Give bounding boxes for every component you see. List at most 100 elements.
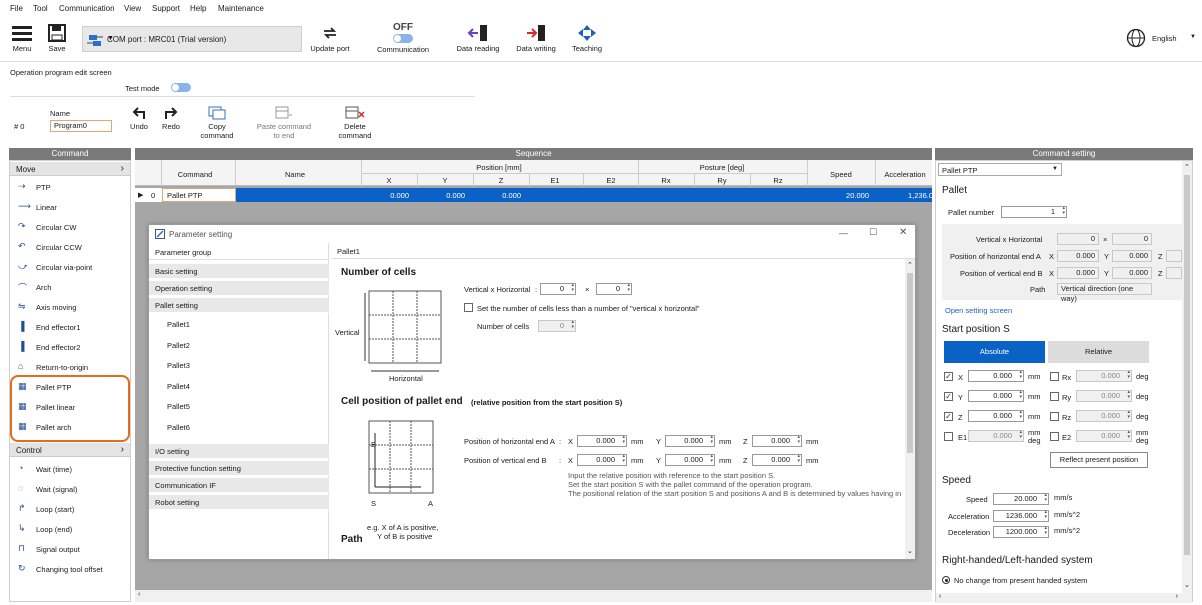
axis-checkbox[interactable] [1050, 432, 1059, 441]
parameter-group-item[interactable]: Pallet setting [149, 298, 329, 313]
pallet-commands-highlight [10, 375, 130, 442]
menu-maintenance[interactable]: Maintenance [218, 4, 264, 13]
hor-end-x-input[interactable]: 0.000 [577, 435, 627, 447]
start-position-input[interactable]: 0.000 [968, 370, 1024, 382]
less-cells-checkbox[interactable] [464, 303, 473, 312]
menu-button[interactable]: Menu [8, 24, 36, 53]
axis-checkbox[interactable] [1050, 392, 1059, 401]
start-position-input[interactable]: 0.000 [968, 390, 1024, 402]
pallet-number-input[interactable]: 1 [1001, 206, 1067, 218]
redo-icon [165, 107, 178, 119]
group-control[interactable]: Control › [10, 443, 130, 457]
minimize-icon[interactable]: — [839, 228, 848, 238]
data-writing-button[interactable]: Data writing [510, 24, 562, 53]
sequence-header: Command Name Position [mm] Posture [deg]… [135, 160, 932, 186]
reflect-position-button[interactable]: Reflect present position [1050, 452, 1148, 468]
home-icon: ⌂ [18, 361, 24, 371]
speed-input[interactable]: 20.000 [993, 493, 1049, 505]
paste-command-button[interactable]: Paste command to end [254, 106, 314, 140]
menu-bar: File Tool Communication View Support Hel… [0, 0, 1202, 16]
com-port-select[interactable]: COM port : MRC01 (Trial version) ▼ [82, 26, 302, 52]
group-move[interactable]: Move › [10, 162, 130, 176]
pallet-item[interactable]: Pallet1 [149, 317, 329, 332]
parameter-group-list: Parameter group Basic setting Operation s… [149, 243, 329, 559]
horizontal-count-input[interactable]: 0 [596, 283, 632, 295]
control-command-label: Wait (signal) [36, 485, 78, 494]
move-command-label: Circular CW [36, 223, 77, 232]
close-icon[interactable]: ✕ [899, 227, 907, 238]
update-port-button[interactable]: Update port [305, 24, 355, 53]
parameter-group-item[interactable]: I/O setting [149, 444, 329, 459]
sequence-row[interactable]: ▶ 0 Pallet PTP 0.000 0.000 0.000 20.000 … [135, 188, 933, 202]
content-vscrollbar[interactable]: ⌃ ⌄ [905, 259, 915, 559]
data-reading-button[interactable]: Data reading [452, 24, 504, 53]
menu-communication[interactable]: Communication [59, 4, 115, 13]
setting-hscrollbar[interactable]: ‹ › [936, 593, 1192, 603]
axis-checkbox[interactable] [1050, 372, 1059, 381]
parameter-group-item[interactable]: Basic setting [149, 264, 329, 279]
ver-end-y-input[interactable]: 0.000 [665, 454, 715, 466]
pallet-item[interactable]: Pallet6 [149, 420, 329, 435]
communication-toggle[interactable]: OFF Communication [370, 22, 436, 54]
parameter-group-item[interactable]: Communication IF [149, 478, 329, 493]
axis-checkbox[interactable]: ✓ [944, 412, 953, 421]
hor-end-y-input[interactable]: 0.000 [665, 435, 715, 447]
chevron-down-icon: ▼ [1190, 34, 1196, 40]
vertical-count-input[interactable]: 0 [540, 283, 576, 295]
test-mode-label: Test mode [125, 84, 160, 93]
copy-command-button[interactable]: Copy command [198, 106, 236, 140]
start-posture-input[interactable]: 0.000 [1076, 390, 1132, 402]
maximize-icon[interactable]: ☐ [869, 227, 877, 238]
sequence-title: Sequence [135, 148, 932, 160]
undo-button[interactable]: Undo [128, 106, 150, 131]
pallet-item[interactable]: Pallet3 [149, 358, 329, 373]
axis-checkbox[interactable]: ✓ [944, 392, 953, 401]
dialog-title-bar: Parameter setting — ☐ ✕ [149, 225, 915, 243]
start-position-input[interactable]: 0.000 [968, 410, 1024, 422]
menu-file[interactable]: File [10, 4, 23, 13]
start-posture-input[interactable]: 0.000 [1076, 410, 1132, 422]
axis-checkbox[interactable] [1050, 412, 1059, 421]
sequence-hscrollbar[interactable]: ‹ [135, 590, 932, 602]
pallet-item[interactable]: Pallet2 [149, 338, 329, 353]
menu-help[interactable]: Help [190, 4, 206, 13]
cells-heading: Number of cells [341, 267, 417, 278]
end-effector2-icon: ▐ [18, 341, 25, 351]
pallet-item[interactable]: Pallet4 [149, 379, 329, 394]
program-name-input[interactable]: Program0 [50, 120, 112, 132]
command-type-select[interactable]: Pallet PTP ▼ [938, 163, 1062, 176]
toggle-switch[interactable] [393, 34, 413, 43]
number-of-cells-input[interactable]: 0 [538, 320, 576, 332]
ver-end-z-input[interactable]: 0.000 [752, 454, 802, 466]
pallet-item[interactable]: Pallet5 [149, 399, 329, 414]
parameter-group-item[interactable]: Operation setting [149, 281, 329, 296]
teaching-button[interactable]: Teaching [566, 24, 608, 53]
parameter-group-item[interactable]: Robot setting [149, 495, 329, 510]
cs-horizontal-count: 0 [1112, 233, 1152, 245]
menu-view[interactable]: View [124, 4, 141, 13]
program-number: # 0 [14, 122, 25, 131]
save-button[interactable]: Save [44, 24, 70, 53]
redo-button[interactable]: Redo [160, 106, 182, 131]
ver-end-x-input[interactable]: 0.000 [577, 454, 627, 466]
arch-icon: ⌒ [18, 283, 28, 293]
test-mode-toggle[interactable] [171, 83, 191, 92]
hor-end-z-input[interactable]: 0.000 [752, 435, 802, 447]
axis-checkbox[interactable] [944, 432, 953, 441]
menu-support[interactable]: Support [152, 4, 180, 13]
start-position-input[interactable]: 0.000 [968, 430, 1024, 442]
move-command-label: Circular CCW [36, 243, 82, 252]
hand-radio[interactable] [942, 576, 950, 584]
start-posture-input[interactable]: 0.000 [1076, 370, 1132, 382]
absolute-tab[interactable]: Absolute [944, 341, 1045, 363]
delete-command-button[interactable]: Delete command [328, 106, 382, 140]
relative-tab[interactable]: Relative [1048, 341, 1149, 363]
parameter-group-item[interactable]: Protective function setting [149, 461, 329, 476]
deceleration-input[interactable]: 1200.000 [993, 526, 1049, 538]
start-posture-input[interactable]: 0.000 [1076, 430, 1132, 442]
menu-tool[interactable]: Tool [33, 4, 48, 13]
axis-checkbox[interactable]: ✓ [944, 372, 953, 381]
acceleration-input[interactable]: 1236.000 [993, 510, 1049, 522]
open-setting-link[interactable]: Open setting screen [945, 306, 1012, 315]
setting-vscrollbar[interactable]: ⌃ ⌄ [1182, 161, 1192, 593]
